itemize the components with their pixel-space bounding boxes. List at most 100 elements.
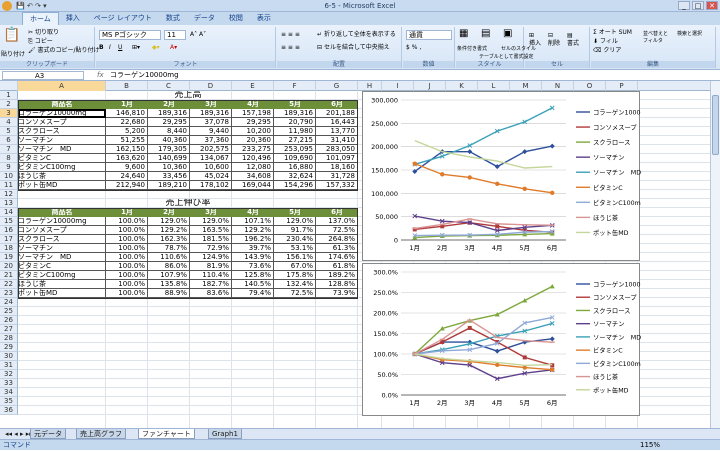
column-header[interactable]: H <box>358 81 382 91</box>
fx-icon[interactable]: fx <box>97 71 104 79</box>
table-cell[interactable]: 100.0% <box>106 253 148 262</box>
row-header[interactable]: 29 <box>0 343 18 352</box>
table-cell[interactable]: ビタミンC100mg <box>18 271 106 280</box>
ribbon-tab[interactable]: ページ レイアウト <box>87 12 159 25</box>
table-cell[interactable]: 10,600 <box>190 163 232 172</box>
table-cell[interactable]: コラーゲン10000mg <box>18 217 106 226</box>
table-cell[interactable]: 140,699 <box>148 154 190 163</box>
table-cell[interactable]: 73.9% <box>316 289 358 298</box>
row-header[interactable]: 24 <box>0 298 18 307</box>
table-cell[interactable]: 189,316 <box>274 109 316 118</box>
table-cell[interactable]: 253,095 <box>274 145 316 154</box>
column-header[interactable]: F <box>274 81 316 91</box>
bold-button[interactable]: B <box>99 44 104 52</box>
fill-button[interactable]: ⬇ フィル <box>593 38 618 46</box>
column-header[interactable]: C <box>148 81 190 91</box>
font-color-icon[interactable]: A▾ <box>170 44 177 52</box>
table-cell[interactable]: 5,200 <box>106 127 148 136</box>
line-chart[interactable]: 0.0% 50.0% 100.0% 150.0% 200.0% 250.0% 300.0% 1… <box>362 263 655 416</box>
font-grow-icon[interactable]: A˄ A˅ <box>190 31 206 39</box>
row-header[interactable]: 28 <box>0 334 18 343</box>
row-header[interactable]: 14 <box>0 208 18 217</box>
table-cell[interactable]: 81.9% <box>190 262 232 271</box>
table-cell[interactable]: 32,624 <box>274 172 316 181</box>
table-cell[interactable]: 72.5% <box>274 289 316 298</box>
cond-format-button[interactable]: 条件付き書式 <box>457 45 487 53</box>
table-header[interactable]: 4月 <box>232 208 274 217</box>
name-box[interactable]: A3 <box>2 71 84 80</box>
table-header[interactable]: 6月 <box>316 100 358 109</box>
column-header[interactable]: I <box>382 81 414 91</box>
table-cell[interactable]: 129.0% <box>274 217 316 226</box>
table-cell[interactable]: 107.1% <box>232 217 274 226</box>
row-header[interactable]: 30 <box>0 352 18 361</box>
delete-button[interactable]: ⊟ 削除 <box>548 32 560 48</box>
table-cell[interactable]: 129.2% <box>148 226 190 235</box>
column-header[interactable]: P <box>606 81 638 91</box>
table-cell[interactable]: ほうじ茶 <box>18 172 106 181</box>
table-header[interactable]: 3月 <box>190 100 232 109</box>
row-header[interactable]: 17 <box>0 235 18 244</box>
table-cell[interactable]: 100.0% <box>106 289 148 298</box>
insert-button[interactable]: ⊞ 挿入 <box>529 32 541 48</box>
row-header[interactable]: 2 <box>0 100 18 109</box>
row-header[interactable]: 12 <box>0 190 18 199</box>
row-header[interactable]: 1 <box>0 91 18 100</box>
underline-button[interactable]: U <box>118 44 122 52</box>
column-header[interactable]: B <box>106 81 148 91</box>
table-cell[interactable]: 9,440 <box>190 127 232 136</box>
table-title[interactable]: 売上伸び率 <box>18 199 358 208</box>
table-cell[interactable]: 61.3% <box>316 244 358 253</box>
table-cell[interactable]: ソーマチン MD <box>18 145 106 154</box>
autosum-button[interactable]: Σ オート SUM <box>593 29 632 37</box>
table-header[interactable]: 1月 <box>106 208 148 217</box>
ribbon-tab[interactable]: ホーム <box>22 12 59 25</box>
table-cell[interactable]: 175.8% <box>274 271 316 280</box>
minimize-icon[interactable]: _ <box>678 1 690 10</box>
table-header[interactable]: 2月 <box>148 208 190 217</box>
table-cell[interactable]: 129.0% <box>148 217 190 226</box>
table-cell[interactable]: 45,024 <box>190 172 232 181</box>
sheet-tab[interactable]: 元データ <box>30 429 66 439</box>
paste-icon[interactable]: 📋 <box>3 28 20 42</box>
column-header[interactable]: A <box>18 81 106 91</box>
ribbon-tab[interactable]: データ <box>187 12 222 25</box>
table-cell[interactable]: 8,440 <box>148 127 190 136</box>
table-cell[interactable]: 163.5% <box>190 226 232 235</box>
table-cell[interactable]: 154,296 <box>274 181 316 190</box>
table-cell[interactable]: 157,332 <box>316 181 358 190</box>
table-header[interactable]: 6月 <box>316 208 358 217</box>
table-cell[interactable]: ビタミンC <box>18 262 106 271</box>
table-cell[interactable]: 174.6% <box>316 253 358 262</box>
table-cell[interactable]: 157,198 <box>232 109 274 118</box>
table-cell[interactable]: 125.8% <box>232 271 274 280</box>
row-header[interactable]: 3 <box>0 109 18 118</box>
align-top-icon[interactable]: ≡ ≡ ≡ <box>281 31 300 39</box>
table-cell[interactable]: スクラロース <box>18 127 106 136</box>
italic-button[interactable]: I <box>109 44 111 52</box>
table-cell[interactable]: 12,080 <box>232 163 274 172</box>
table-cell[interactable]: 100.0% <box>106 235 148 244</box>
table-cell[interactable]: 91.7% <box>274 226 316 235</box>
column-header[interactable]: E <box>232 81 274 91</box>
row-header[interactable]: 32 <box>0 370 18 379</box>
column-header[interactable]: N <box>542 81 574 91</box>
table-cell[interactable]: 181.5% <box>190 235 232 244</box>
table-cell[interactable]: 134,067 <box>190 154 232 163</box>
format-painter-button[interactable]: 🖌 書式のコピー/貼り付け <box>28 47 100 55</box>
table-cell[interactable]: 137.0% <box>316 217 358 226</box>
row-header[interactable]: 19 <box>0 253 18 262</box>
row-header[interactable]: 6 <box>0 136 18 145</box>
sheet-tab[interactable]: ファンチャート <box>138 429 195 439</box>
table-cell[interactable]: 107.9% <box>148 271 190 280</box>
table-cell[interactable]: 120,496 <box>232 154 274 163</box>
table-cell[interactable]: 156.1% <box>274 253 316 262</box>
align-left-icon[interactable]: ≡ ≡ ≡ <box>281 44 300 52</box>
row-header[interactable]: 8 <box>0 154 18 163</box>
table-header[interactable]: 5月 <box>274 208 316 217</box>
table-cell[interactable]: 163,620 <box>106 154 148 163</box>
table-cell[interactable]: 189,316 <box>190 109 232 118</box>
table-cell[interactable]: 31,728 <box>316 172 358 181</box>
ribbon-tab[interactable]: 挿入 <box>59 12 87 25</box>
ribbon-tab[interactable]: 数式 <box>159 12 187 25</box>
